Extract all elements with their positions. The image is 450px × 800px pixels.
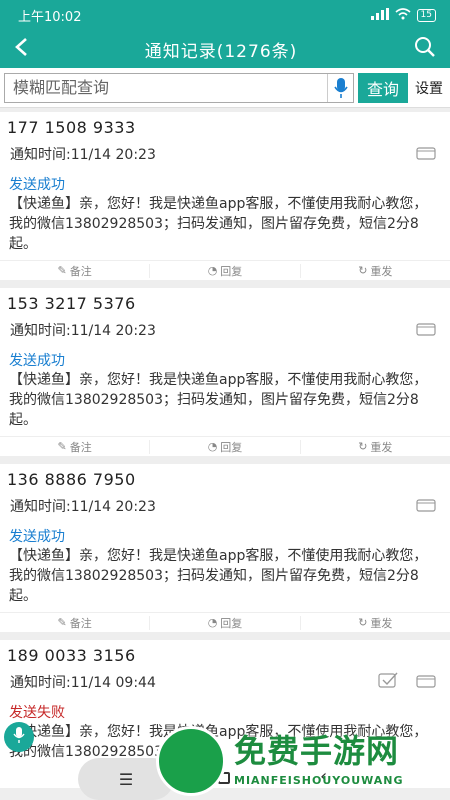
status-time: 上午10:02 (18, 9, 82, 25)
record-message: 【快递鱼】亲，您好！我是快递鱼app客服，不懂使用我耐心教您，我的微信13802… (9, 196, 428, 252)
record-list: 177 1508 9333 通知时间:11/14 20:23 发送成功 【快递鱼… (0, 108, 450, 788)
record-status: 发送成功 (9, 529, 65, 545)
menu-icon: ☰ (118, 769, 134, 789)
refresh-icon: ↻ (358, 264, 368, 277)
record-message: 【快递鱼】亲，您好！我是快递鱼app客服，不懂使用我耐心教您，我的微信13802… (9, 548, 428, 604)
sms-card-icon[interactable] (416, 497, 436, 516)
record-time: 通知时间:11/14 09:44 (10, 675, 156, 691)
edit-icon: ✎ (57, 264, 67, 277)
search-box (4, 72, 354, 103)
resend-button[interactable]: ↻ 重发 (301, 440, 450, 454)
record-time: 通知时间:11/14 20:23 (10, 499, 156, 515)
edit-icon: ✎ (57, 616, 67, 629)
record-phone: 153 3217 5376 (7, 294, 136, 313)
battery-icon: 15 (416, 8, 436, 22)
signal-icon (370, 7, 389, 23)
microphone-icon[interactable] (327, 73, 353, 102)
refresh-icon: ↻ (358, 616, 368, 629)
record-card[interactable]: 177 1508 9333 通知时间:11/14 20:23 发送成功 【快递鱼… (0, 112, 450, 280)
voice-input-button[interactable] (4, 722, 34, 752)
resend-button[interactable]: ↻ 重发 (301, 616, 450, 630)
search-input[interactable] (13, 78, 327, 97)
chat-icon: ◔ (207, 440, 218, 453)
record-time: 通知时间:11/14 20:23 (10, 147, 156, 163)
watermark-title: 免费手游网 (234, 732, 400, 770)
record-status: 发送成功 (9, 353, 65, 369)
search-icon[interactable] (414, 36, 436, 62)
record-status: 发送成功 (9, 177, 65, 193)
query-button[interactable]: 查询 (358, 72, 408, 103)
record-card[interactable]: 136 8886 7950 通知时间:11/14 20:23 发送成功 【快递鱼… (0, 464, 450, 632)
sms-card-icon[interactable] (416, 145, 436, 164)
chat-icon: ◔ (207, 264, 218, 277)
reply-button[interactable]: ◔ 回复 (150, 263, 301, 278)
note-button[interactable]: ✎ 备注 (0, 615, 151, 630)
refresh-icon: ↻ (358, 440, 368, 453)
watermark-logo (156, 726, 226, 796)
record-phone: 189 0033 3156 (7, 646, 136, 665)
record-time: 通知时间:11/14 20:23 (10, 323, 156, 339)
note-button[interactable]: ✎ 备注 (0, 263, 151, 278)
sms-card-icon[interactable] (416, 673, 436, 692)
watermark-subtitle: MIANFEISHOUYOUWANG (234, 774, 404, 787)
back-icon[interactable] (14, 37, 28, 61)
microphone-icon (13, 726, 25, 748)
watermark: 免费手游网 MIANFEISHOUYOUWANG (150, 722, 450, 800)
resend-button[interactable]: ↻ 重发 (301, 264, 450, 278)
record-card[interactable]: 153 3217 5376 通知时间:11/14 20:23 发送成功 【快递鱼… (0, 288, 450, 456)
reply-button[interactable]: ◔ 回复 (150, 439, 301, 454)
sms-card-icon[interactable] (416, 321, 436, 340)
page-title: 通知记录(1276条) (144, 41, 298, 62)
app-bar: 通知记录(1276条) (0, 30, 450, 68)
note-button[interactable]: ✎ 备注 (0, 439, 151, 454)
search-bar: 查询 设置 (0, 68, 450, 108)
reply-button[interactable]: ◔ 回复 (150, 615, 301, 630)
wifi-icon (395, 7, 411, 23)
status-bar: 上午10:02 15 (0, 0, 450, 30)
checkbox-icon[interactable] (378, 672, 398, 692)
edit-icon: ✎ (57, 440, 67, 453)
record-phone: 177 1508 9333 (7, 118, 136, 137)
chat-icon: ◔ (207, 616, 218, 629)
record-phone: 136 8886 7950 (7, 470, 136, 489)
record-status: 发送失败 (9, 705, 65, 721)
settings-button[interactable]: 设置 (412, 78, 446, 98)
record-message: 【快递鱼】亲，您好！我是快递鱼app客服，不懂使用我耐心教您，我的微信13802… (9, 372, 428, 428)
